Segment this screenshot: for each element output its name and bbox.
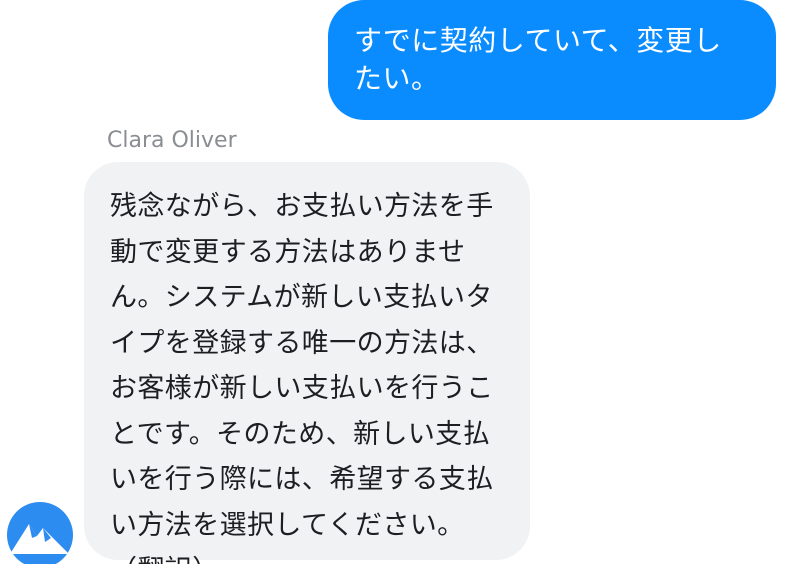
incoming-message-bubble[interactable]: 残念ながら、お支払い方法を手動で変更する方法はありません。システムが新しい支払い… <box>84 162 530 564</box>
sender-name: Clara Oliver <box>107 128 237 153</box>
mountain-logo-icon <box>7 502 73 564</box>
outgoing-message-bubble[interactable]: すでに契約していて、変更したい。 <box>328 0 776 120</box>
chat-thread: すでに契約していて、変更したい。 Clara Oliver 残念ながら、お支払い… <box>0 0 789 564</box>
avatar[interactable] <box>7 502 73 564</box>
